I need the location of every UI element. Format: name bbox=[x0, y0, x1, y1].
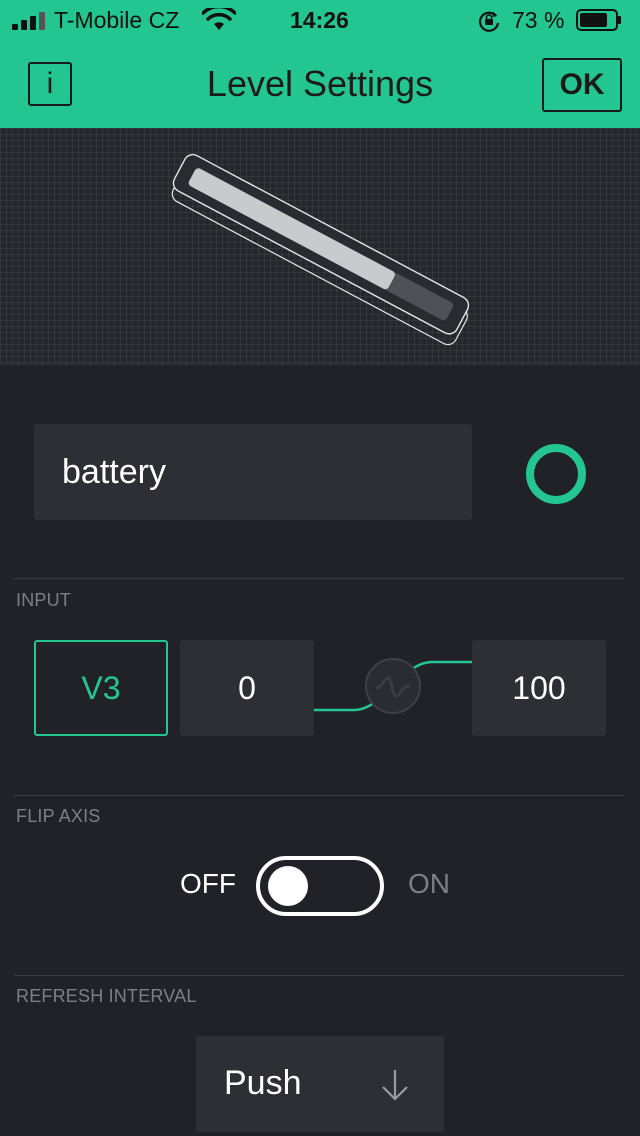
divider bbox=[14, 578, 624, 579]
battery-icon bbox=[576, 9, 621, 31]
toggle-knob bbox=[268, 866, 308, 906]
toggle-off-label: OFF bbox=[180, 868, 236, 899]
refresh-interval-dropdown[interactable]: Push bbox=[196, 1036, 444, 1132]
max-value-input[interactable]: 100 bbox=[472, 640, 606, 736]
color-picker-button[interactable] bbox=[526, 444, 586, 504]
widget-preview bbox=[0, 128, 640, 365]
mapping-toggle-icon[interactable] bbox=[314, 652, 472, 724]
level-widget-preview-graphic bbox=[171, 153, 470, 346]
ok-button[interactable]: OK bbox=[542, 58, 622, 112]
status-bar: T-Mobile CZ 14:26 73 % bbox=[0, 0, 640, 40]
arrow-down-icon bbox=[382, 1070, 408, 1101]
flip-axis-section-label: FLIP AXIS bbox=[16, 806, 101, 826]
carrier-name: T-Mobile CZ bbox=[54, 7, 180, 33]
refresh-interval-value: Push bbox=[224, 1064, 302, 1102]
battery-percent: 73 % bbox=[512, 7, 565, 33]
divider bbox=[14, 975, 624, 976]
widget-name-input[interactable]: battery bbox=[34, 424, 472, 520]
pin-select-button[interactable]: V3 bbox=[34, 640, 168, 736]
status-time: 14:26 bbox=[290, 7, 349, 33]
orientation-lock-icon bbox=[478, 11, 500, 32]
wifi-icon bbox=[202, 8, 236, 30]
divider bbox=[14, 795, 624, 796]
refresh-interval-section-label: REFRESH INTERVAL bbox=[16, 986, 197, 1006]
flip-axis-toggle[interactable] bbox=[256, 856, 384, 916]
toggle-on-label: ON bbox=[408, 868, 450, 899]
signal-strength-icon bbox=[12, 12, 48, 30]
min-value-input[interactable]: 0 bbox=[180, 640, 314, 736]
header-bar: T-Mobile CZ 14:26 73 % i Level Settings … bbox=[0, 0, 640, 128]
input-section-label: INPUT bbox=[16, 590, 71, 610]
